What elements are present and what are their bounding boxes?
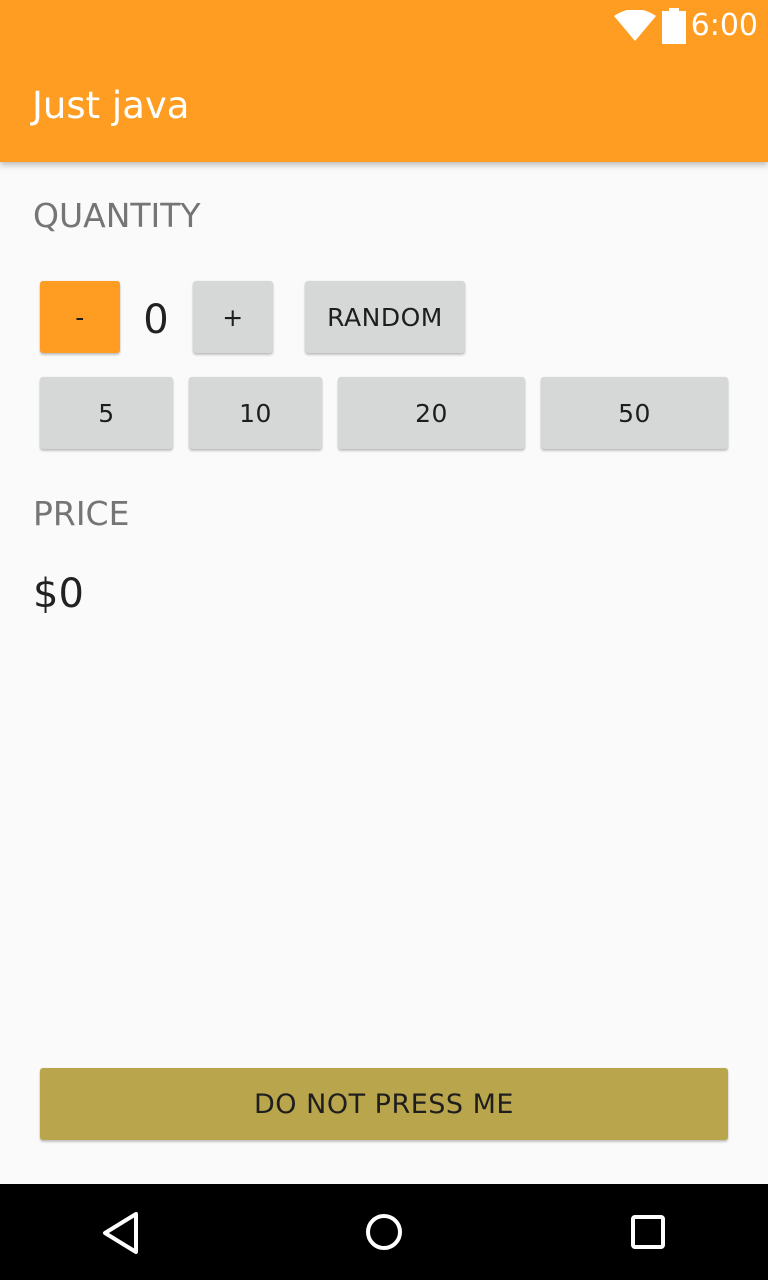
price-value: $0 (33, 571, 84, 617)
status-bar: 6:00 (0, 0, 768, 50)
do-not-press-button[interactable]: DO NOT PRESS ME (40, 1068, 728, 1140)
app-bar: 6:00 Just java (0, 0, 768, 162)
wifi-icon (614, 10, 656, 41)
app-title: Just java (32, 84, 190, 127)
main-content: QUANTITY - 0 + RANDOM 5 10 20 50 PRICE $… (0, 162, 768, 1184)
preset-50-button[interactable]: 50 (541, 377, 728, 449)
recents-icon[interactable] (630, 1214, 666, 1250)
increment-button[interactable]: + (193, 281, 273, 353)
home-icon[interactable] (364, 1212, 404, 1252)
decrement-button[interactable]: - (40, 281, 120, 353)
preset-10-button[interactable]: 10 (189, 377, 322, 449)
back-icon[interactable] (100, 1210, 142, 1256)
preset-5-button[interactable]: 5 (40, 377, 173, 449)
quantity-label: QUANTITY (33, 196, 201, 235)
random-button[interactable]: RANDOM (305, 281, 465, 353)
navigation-bar (0, 1184, 768, 1280)
preset-20-button[interactable]: 20 (338, 377, 525, 449)
quantity-value: 0 (143, 297, 169, 343)
battery-icon (662, 8, 686, 44)
price-label: PRICE (33, 494, 130, 533)
status-time: 6:00 (690, 8, 758, 43)
